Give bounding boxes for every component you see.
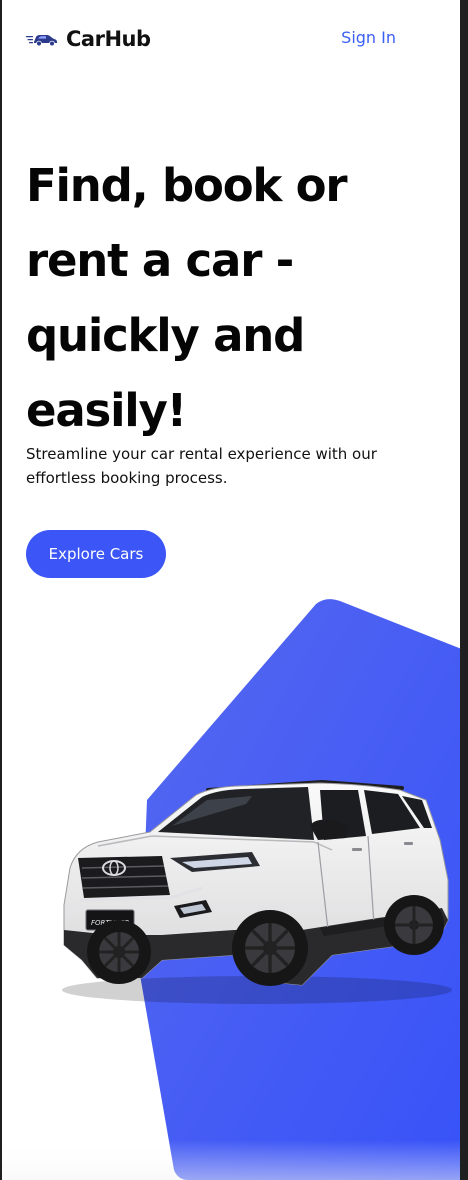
explore-cars-button[interactable]: Explore Cars (26, 530, 166, 578)
brand-logo[interactable]: CarHub (26, 22, 151, 56)
navbar: CarHub Sign In (26, 22, 406, 56)
hero-image: FORTUNER (2, 599, 460, 1180)
page: CarHub Sign In Find, book or rent a car … (2, 0, 460, 1180)
front-wheel (87, 920, 151, 984)
rear-wheel (384, 895, 444, 955)
rear-front-wheel (232, 910, 308, 986)
hero-title: Find, book or rent a car - quickly and e… (26, 159, 348, 437)
brand-name: CarHub (66, 27, 151, 51)
speeding-car-icon (26, 35, 57, 47)
sign-in-link[interactable]: Sign In (341, 28, 396, 47)
hero-subtitle: Streamline your car rental experience wi… (26, 445, 377, 487)
